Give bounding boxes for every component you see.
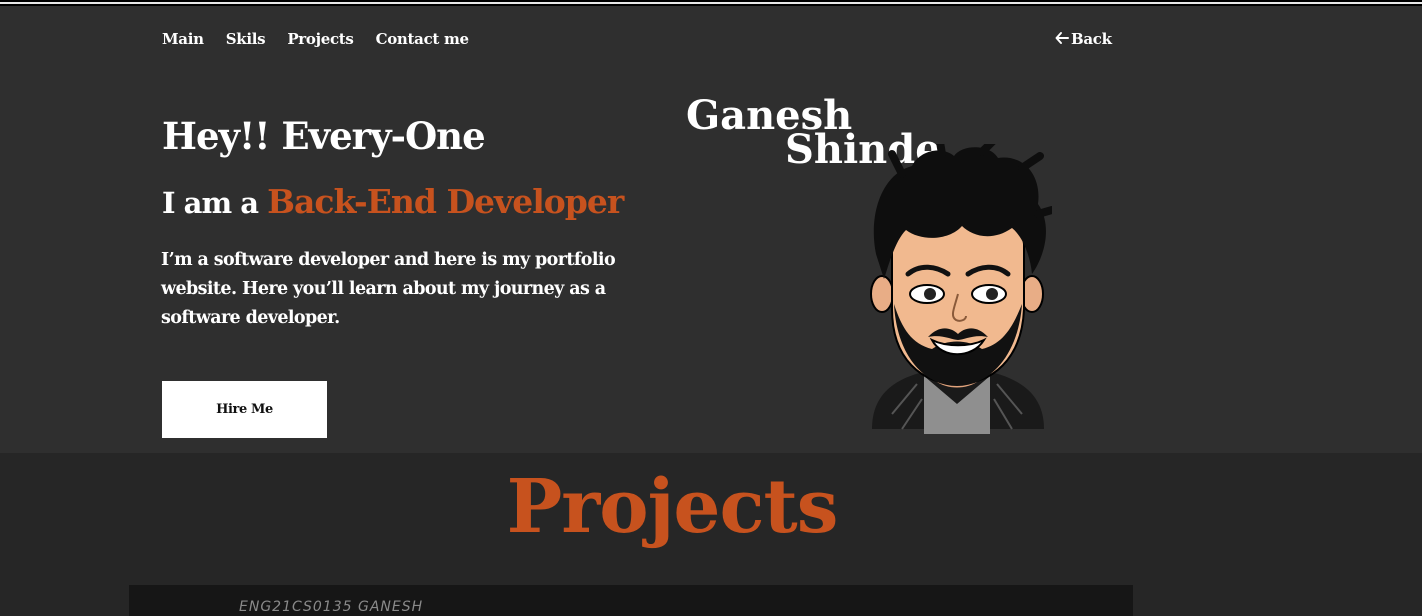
role-text: Back-End Developer bbox=[267, 182, 624, 221]
greeting-heading: Hey!! Every-One bbox=[162, 114, 486, 158]
hero-section: Main Skils Projects Contact me Back Hey!… bbox=[0, 6, 1422, 453]
main-nav: Main Skils Projects Contact me bbox=[162, 30, 469, 48]
nav-item-skills[interactable]: Skils bbox=[226, 30, 266, 48]
project-card-caption: ENG21CS0135 GANESH bbox=[239, 599, 424, 615]
nav-item-projects[interactable]: Projects bbox=[287, 30, 354, 48]
arrow-left-icon bbox=[1055, 31, 1069, 48]
projects-section: Projects ENG21CS0135 GANESH bbox=[0, 453, 1422, 616]
cartoon-avatar-image bbox=[870, 144, 1052, 434]
nav-item-main[interactable]: Main bbox=[162, 30, 204, 48]
projects-title: Projects bbox=[506, 464, 839, 550]
back-label: Back bbox=[1071, 30, 1112, 48]
hire-me-button[interactable]: Hire Me bbox=[162, 381, 327, 438]
back-link[interactable]: Back bbox=[1055, 30, 1112, 48]
role-prefix: I am a bbox=[162, 186, 259, 220]
arrow-left-icon-svg bbox=[1055, 31, 1069, 44]
portfolio-page: Main Skils Projects Contact me Back Hey!… bbox=[0, 0, 1422, 616]
nav-item-contact[interactable]: Contact me bbox=[376, 30, 470, 48]
project-card[interactable]: ENG21CS0135 GANESH bbox=[129, 585, 1133, 616]
intro-paragraph: I’m a software developer and here is my … bbox=[161, 250, 616, 328]
role-heading: I am a Back-End Developer bbox=[162, 182, 624, 221]
